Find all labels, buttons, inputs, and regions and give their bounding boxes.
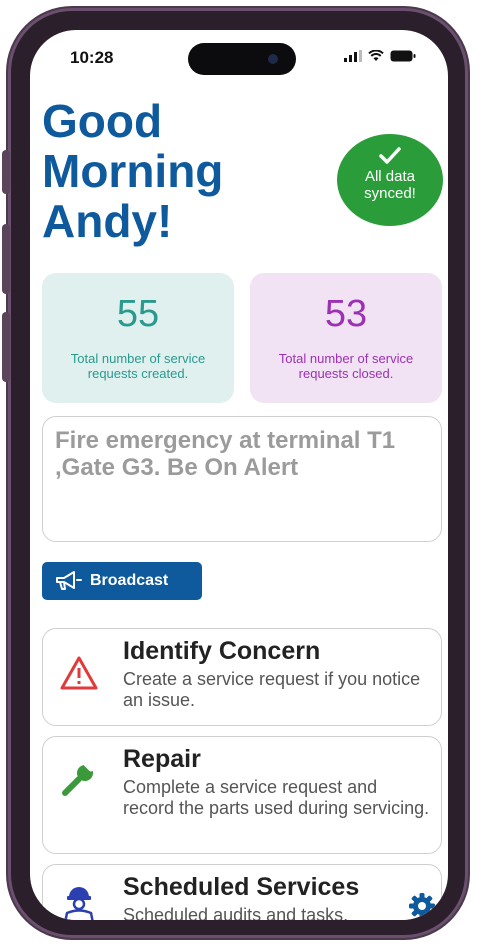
stat-card-created[interactable]: 55 Total number of service requests crea… xyxy=(42,273,234,403)
warning-icon xyxy=(60,656,98,690)
scheduled-services-title: Scheduled Services xyxy=(123,873,360,901)
scheduled-services-card[interactable]: Scheduled Services Scheduled audits and … xyxy=(42,864,442,920)
sync-status-badge: All data synced! xyxy=(337,134,443,226)
identify-concern-card[interactable]: Identify Concern Create a service reques… xyxy=(42,628,442,726)
stat-created-label: Total number of service requests created… xyxy=(70,351,206,381)
wifi-icon xyxy=(368,50,384,61)
stat-closed-value: 53 xyxy=(324,293,368,335)
action-button xyxy=(2,150,10,194)
volume-down-button xyxy=(2,312,10,382)
worker-icon xyxy=(64,887,94,920)
broadcast-button-label: Broadcast xyxy=(90,572,169,589)
wrench-icon xyxy=(62,761,94,796)
repair-description: Complete a service request and record th… xyxy=(123,777,430,818)
gear-icon[interactable] xyxy=(408,892,436,920)
sync-status-label: All data synced! xyxy=(364,168,416,202)
repair-card[interactable]: Repair Complete a service request and re… xyxy=(42,736,442,854)
dynamic-island xyxy=(188,43,296,75)
app-screen: 10:28 Good Morning Andy! All data synced… xyxy=(30,30,448,920)
megaphone-icon xyxy=(56,571,82,590)
repair-title: Repair xyxy=(123,745,201,773)
camera-icon xyxy=(268,54,278,64)
greeting-title: Good Morning Andy! xyxy=(42,95,224,247)
status-bar: 10:28 xyxy=(30,30,448,90)
cellular-signal-icon xyxy=(344,50,362,62)
broadcast-message-input[interactable]: Fire emergency at terminal T1 ,Gate G3. … xyxy=(42,416,442,542)
broadcast-button[interactable]: Broadcast xyxy=(42,562,202,600)
scheduled-services-description: Scheduled audits and tasks. xyxy=(123,905,349,920)
stat-closed-label: Total number of service requests closed. xyxy=(278,351,414,381)
battery-icon xyxy=(390,50,416,62)
identify-concern-title: Identify Concern xyxy=(123,637,321,665)
identify-concern-description: Create a service request if you notice a… xyxy=(123,669,421,710)
status-time: 10:28 xyxy=(70,48,114,67)
status-icons xyxy=(344,50,416,62)
checkmark-icon xyxy=(379,147,401,164)
stat-card-closed[interactable]: 53 Total number of service requests clos… xyxy=(250,273,442,403)
volume-up-button xyxy=(2,224,10,294)
stat-created-value: 55 xyxy=(116,293,160,335)
